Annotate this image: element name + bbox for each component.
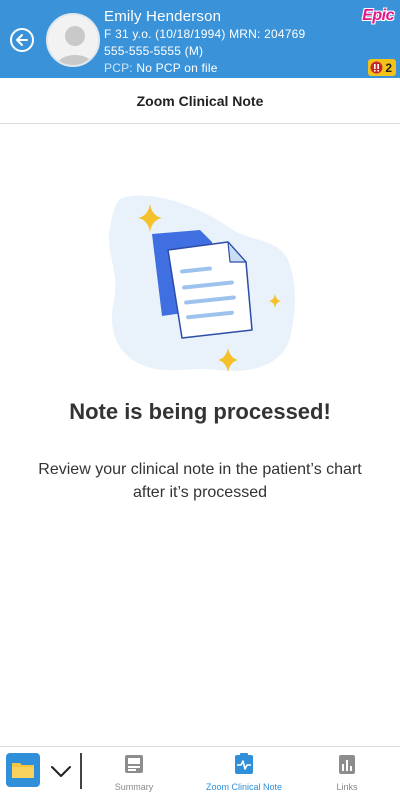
status-description: Review your clinical note in the patient… <box>38 461 362 501</box>
bottom-toolbar: Summary Zoom Clinical Note Links <box>0 746 400 798</box>
patient-header: Emily Henderson F 31 y.o. (10/18/1994) M… <box>0 0 400 78</box>
processing-illustration <box>100 188 300 378</box>
alert-count: 2 <box>385 60 392 75</box>
folder-icon <box>12 763 34 778</box>
pcp-value: No PCP on file <box>136 61 218 75</box>
document-front-icon <box>167 241 253 339</box>
tab-zoom-clinical-note[interactable]: Zoom Clinical Note <box>199 753 289 795</box>
warning-icon <box>370 61 383 74</box>
patient-demographics: F 31 y.o. (10/18/1994) MRN: 204769 <box>104 27 306 41</box>
patient-pcp: PCP: No PCP on file <box>104 61 218 75</box>
person-placeholder-icon <box>56 26 94 65</box>
patient-avatar[interactable] <box>46 13 100 67</box>
epic-logo: Epic <box>362 7 394 24</box>
links-icon <box>339 755 355 774</box>
alert-badge[interactable]: 2 <box>368 59 396 76</box>
status-title: Note is being processed! <box>69 399 331 424</box>
tab-links[interactable]: Links <box>302 753 392 795</box>
folder-button[interactable] <box>6 753 40 787</box>
toolbar-divider <box>80 753 82 789</box>
patient-name[interactable]: Emily Henderson <box>104 8 221 25</box>
activity-clipboard-icon <box>235 753 253 774</box>
pcp-label: PCP: <box>104 61 133 75</box>
page-title-bar: Zoom Clinical Note <box>0 78 400 124</box>
tab-summary-label: Summary <box>114 782 154 792</box>
page-title: Zoom Clinical Note <box>136 92 264 109</box>
tab-links-label: Links <box>336 782 358 792</box>
summary-icon <box>125 755 143 773</box>
chevron-down-icon[interactable] <box>50 763 72 779</box>
patient-phone: 555-555-5555 (M) <box>104 44 204 58</box>
tab-summary[interactable]: Summary <box>89 753 179 795</box>
back-arrow-icon[interactable] <box>10 28 34 52</box>
tab-zoom-label: Zoom Clinical Note <box>205 782 283 792</box>
